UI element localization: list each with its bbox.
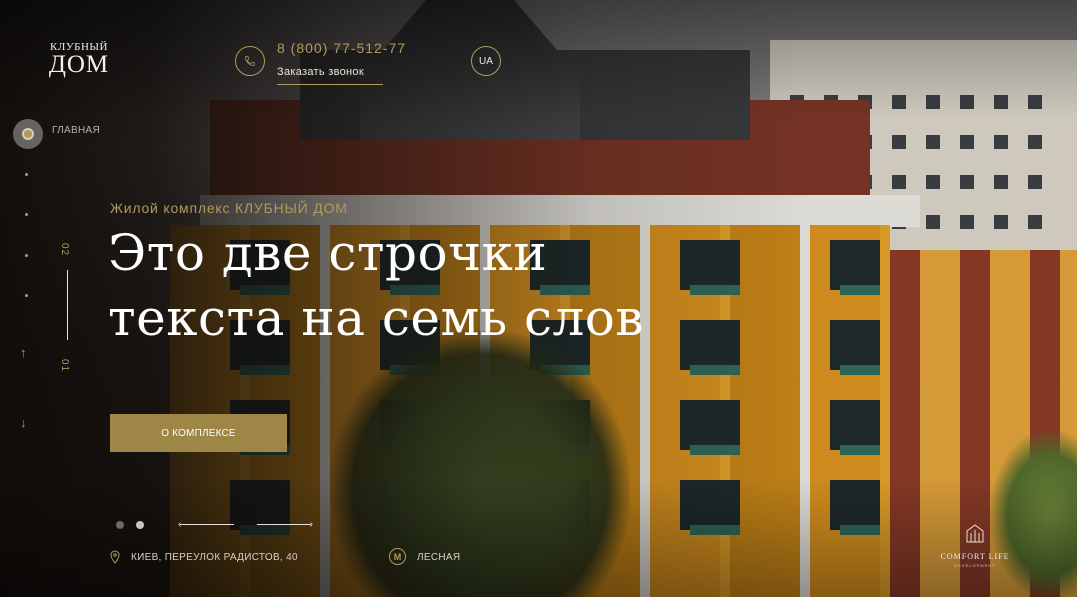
address-text: КИЕВ, ПЕРЕУЛОК РАДИСТОВ, 40 bbox=[131, 552, 298, 563]
developer-logo[interactable]: COMFORT LIFE DEVELOPMENT bbox=[940, 522, 1010, 568]
nav-dot[interactable] bbox=[25, 294, 28, 297]
slider-next-arrow-icon[interactable]: › bbox=[257, 519, 313, 531]
about-complex-button[interactable]: О КОМПЛЕКСЕ bbox=[110, 414, 287, 452]
location-pin-icon bbox=[110, 550, 120, 564]
phone-number[interactable]: 8 (800) 77-512-77 bbox=[277, 40, 406, 56]
nav-home-indicator[interactable] bbox=[13, 119, 43, 149]
metro-station-text: ЛЕСНАЯ bbox=[417, 552, 461, 563]
slide-number-current: 01 bbox=[59, 358, 71, 373]
active-dot-icon bbox=[22, 128, 34, 140]
arrow-down-icon[interactable]: ↓ bbox=[20, 415, 27, 430]
phone-icon[interactable] bbox=[235, 46, 265, 76]
logo-bottom-text: ДОМ bbox=[48, 51, 110, 78]
callback-link[interactable]: Заказать звонок bbox=[277, 66, 383, 85]
nav-dot[interactable] bbox=[25, 254, 28, 257]
slide-progress-line bbox=[67, 270, 68, 340]
arrow-up-icon[interactable]: ↑ bbox=[20, 345, 27, 360]
site-logo[interactable]: КЛУБНЫЙ ДОМ bbox=[46, 41, 112, 79]
slider-dot-1[interactable] bbox=[116, 521, 124, 529]
slide-number-next: 02 bbox=[59, 242, 71, 257]
metro-icon: М bbox=[389, 548, 406, 565]
headline-line-1: Это две строчки bbox=[108, 224, 548, 282]
nav-dot[interactable] bbox=[25, 213, 28, 216]
nav-home-label[interactable]: ГЛАВНАЯ bbox=[52, 125, 100, 136]
developer-logo-subtitle: DEVELOPMENT bbox=[954, 563, 996, 568]
slider-prev-arrow-icon[interactable]: ‹ bbox=[178, 519, 234, 531]
headline-line-2: текста на семь слов bbox=[108, 289, 645, 347]
language-switch-button[interactable]: UA bbox=[471, 46, 501, 76]
nav-dot[interactable] bbox=[25, 173, 28, 176]
hero-eyebrow: Жилой комплекс КЛУБНЫЙ ДОМ bbox=[110, 200, 348, 216]
building-logo-icon bbox=[966, 524, 984, 543]
developer-logo-name: COMFORT LIFE bbox=[940, 552, 1010, 561]
hero-headline: Это две строчки текста на семь слов bbox=[108, 221, 644, 351]
slider-dot-2[interactable] bbox=[136, 521, 144, 529]
